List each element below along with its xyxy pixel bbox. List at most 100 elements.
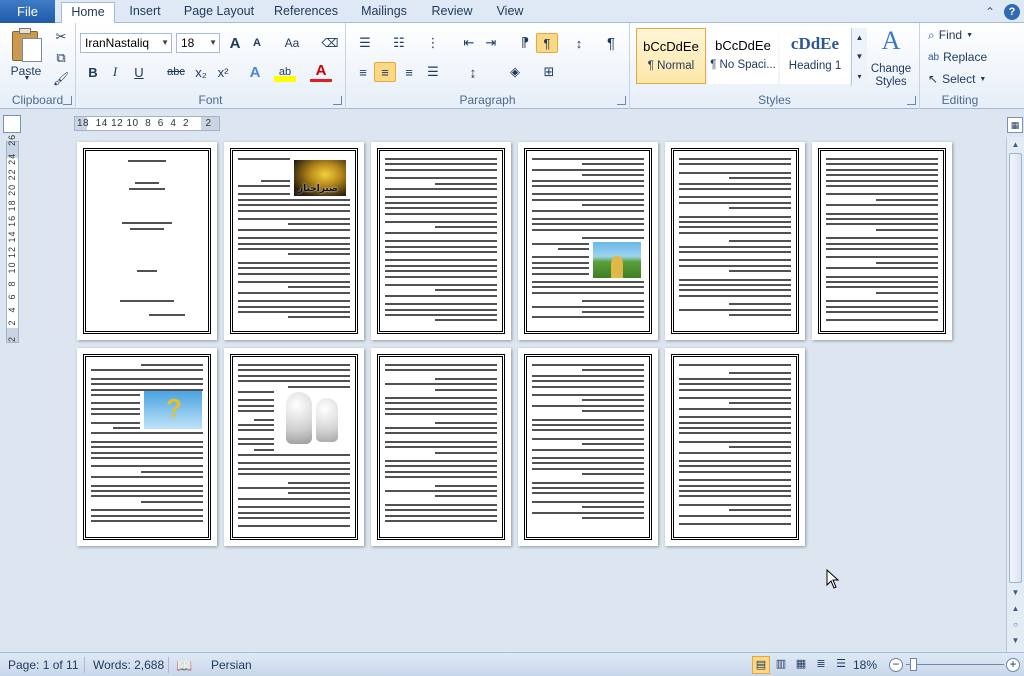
tab-home[interactable]: Home (61, 2, 115, 24)
next-page-icon[interactable]: ▼ (1007, 633, 1024, 648)
borders-icon[interactable]: ⊞ (538, 62, 560, 82)
gallery-up-icon[interactable]: ▲ (856, 33, 864, 42)
paste-dropdown-icon[interactable]: ▼ (22, 73, 32, 83)
bold-button[interactable]: B (82, 62, 104, 82)
copy-icon[interactable]: ⧉ (50, 48, 72, 68)
change-styles-icon[interactable]: A (872, 26, 910, 55)
style-heading-1[interactable]: cDdEe Heading 1 (780, 28, 850, 84)
shading-icon[interactable]: ◈ (504, 62, 526, 82)
help-icon[interactable]: ? (1004, 3, 1020, 20)
grow-font-button[interactable]: A (224, 33, 246, 53)
shrink-font-button[interactable]: A (246, 33, 268, 53)
tab-file[interactable]: File (0, 0, 55, 23)
multilevel-list-icon[interactable]: ⋮ (422, 33, 444, 53)
page-6[interactable] (812, 142, 952, 340)
replace-button[interactable]: ab Replace (928, 48, 994, 66)
page-3[interactable] (371, 142, 511, 340)
select-button[interactable]: ↖ Select ▼ (928, 70, 994, 88)
font-name-combo[interactable]: IranNastaliq ▼ (80, 33, 172, 53)
zoom-slider-thumb[interactable] (910, 658, 917, 671)
show-marks-button[interactable]: ¶ (600, 33, 622, 53)
underline-button[interactable]: U (128, 62, 150, 82)
highlight-button[interactable]: ab (274, 62, 296, 82)
font-size-combo[interactable]: 18 ▼ (176, 33, 220, 53)
proofing-icon[interactable]: 📖 (176, 658, 192, 674)
sort-icon[interactable]: ↕ (568, 33, 590, 53)
vertical-scrollbar[interactable]: ▲ ▼ ▲ ○ ▼ (1006, 137, 1024, 652)
change-case-button[interactable]: Aa (278, 33, 306, 53)
bullets-icon[interactable]: ☰ (354, 33, 376, 53)
style-no-spacing[interactable]: bCcDdEe ¶ No Spaci... (708, 28, 778, 84)
page-4[interactable] (518, 142, 658, 340)
browse-object-icon[interactable]: ○ (1007, 617, 1024, 632)
replace-label: Replace (943, 50, 988, 64)
outline-view-icon[interactable]: ≣ (812, 656, 830, 674)
strikethrough-button[interactable]: abc (164, 62, 188, 82)
format-painter-icon[interactable]: 🖌 (50, 69, 72, 89)
clipboard-launcher-icon[interactable] (63, 96, 72, 105)
print-layout-view-icon[interactable]: ▤ (752, 656, 770, 674)
tab-references[interactable]: References (268, 2, 344, 23)
page-1[interactable] (77, 142, 217, 340)
italic-button[interactable]: I (104, 62, 126, 82)
draft-view-icon[interactable]: ☰ (832, 656, 850, 674)
styles-gallery-scroll[interactable]: ▲ ▼ ▾ (851, 28, 867, 86)
clear-formatting-icon[interactable]: ⌫ (319, 33, 341, 53)
document-area[interactable]: صبراخبار ? (24, 137, 1006, 652)
horizontal-ruler[interactable]: 18 14 12 10 8 6 4 2 2 (74, 116, 220, 131)
zoom-slider-track[interactable] (906, 664, 1004, 665)
change-styles-button[interactable]: Change Styles (866, 61, 916, 91)
subscript-button[interactable]: x₂ (190, 62, 212, 82)
tab-insert[interactable]: Insert (120, 2, 170, 23)
font-launcher-icon[interactable] (333, 96, 342, 105)
gallery-more-icon[interactable]: ▾ (857, 72, 861, 81)
ltr-direction-icon[interactable]: ⁋ (514, 33, 536, 53)
scroll-thumb[interactable] (1009, 153, 1022, 583)
full-screen-reading-view-icon[interactable]: ▥ (772, 656, 790, 674)
paste-icon[interactable] (12, 28, 44, 62)
word-count-status[interactable]: Words: 2,688 (93, 658, 164, 672)
page-8[interactable] (224, 348, 364, 546)
zoom-in-icon[interactable]: + (1006, 658, 1020, 672)
tab-mailings[interactable]: Mailings (352, 2, 416, 23)
page-9[interactable] (371, 348, 511, 546)
view-ruler-toggle-icon[interactable]: ▦ (1007, 117, 1023, 133)
paragraph-launcher-icon[interactable] (617, 96, 626, 105)
rtl-direction-icon[interactable]: ¶ (536, 33, 558, 53)
align-center-icon[interactable]: ≡ (374, 62, 396, 82)
numbering-icon[interactable]: ☷ (388, 33, 410, 53)
cut-icon[interactable]: ✂ (50, 27, 72, 47)
style-normal[interactable]: bCcDdEe ¶ Normal (636, 28, 706, 84)
web-layout-view-icon[interactable]: ▦ (792, 656, 810, 674)
page-count-status[interactable]: Page: 1 of 11 (8, 658, 79, 672)
line-spacing-icon[interactable]: ↨ (462, 62, 484, 82)
styles-launcher-icon[interactable] (907, 96, 916, 105)
language-status[interactable]: Persian (211, 658, 252, 672)
page-7[interactable]: ? (77, 348, 217, 546)
gallery-down-icon[interactable]: ▼ (856, 52, 864, 61)
zoom-level[interactable]: 18% (853, 658, 877, 672)
page-2[interactable]: صبراخبار (224, 142, 364, 340)
tab-page-layout[interactable]: Page Layout (178, 2, 260, 23)
minimize-ribbon-icon[interactable]: ⌃ (982, 4, 998, 20)
justify-icon[interactable]: ☰ (422, 62, 444, 82)
scroll-up-icon[interactable]: ▲ (1007, 137, 1024, 152)
page-5[interactable] (665, 142, 805, 340)
vertical-ruler[interactable]: 2 2 4 6 8 10 12 14 16 18 20 22 24 26 (6, 134, 19, 343)
text-effects-icon[interactable]: A (244, 62, 266, 82)
scroll-down-icon[interactable]: ▼ (1007, 585, 1024, 600)
previous-page-icon[interactable]: ▲ (1007, 601, 1024, 616)
align-left-icon[interactable]: ≡ (352, 62, 374, 82)
increase-indent-icon[interactable]: ⇥ (480, 33, 502, 53)
page-11[interactable] (665, 348, 805, 546)
superscript-button[interactable]: x² (212, 62, 234, 82)
tab-view[interactable]: View (488, 2, 532, 23)
decrease-indent-icon[interactable]: ⇤ (458, 33, 480, 53)
align-right-icon[interactable]: ≡ (398, 62, 420, 82)
font-color-button[interactable]: A (310, 62, 332, 82)
zoom-out-icon[interactable]: − (889, 658, 903, 672)
page-10[interactable] (518, 348, 658, 546)
find-button[interactable]: ⌕ Find ▼ (928, 26, 994, 44)
tab-review[interactable]: Review (424, 2, 480, 23)
tab-selector[interactable] (3, 115, 21, 133)
